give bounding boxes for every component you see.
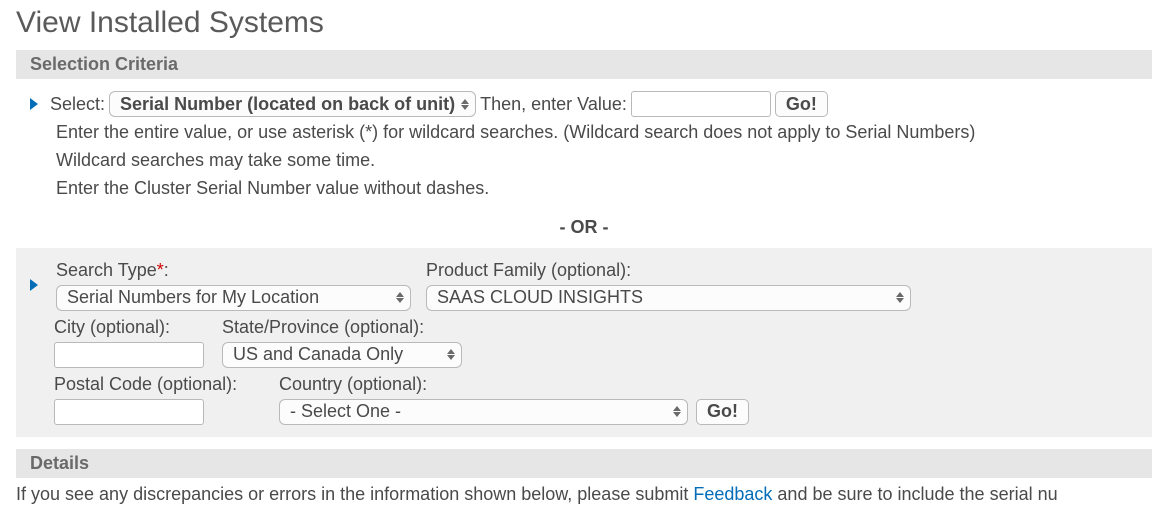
search-type-value: Serial Numbers for My Location <box>67 287 319 308</box>
select-row: Select: Serial Number (located on back o… <box>16 89 1152 119</box>
serial-select[interactable]: Serial Number (located on back of unit) <box>109 91 476 117</box>
select-label: Select: <box>50 94 105 115</box>
go-button-top[interactable]: Go! <box>775 91 828 117</box>
search-type-col: Search Type*: Serial Numbers for My Loca… <box>56 260 416 311</box>
product-family-col: Product Family (optional): SAAS CLOUD IN… <box>426 260 916 311</box>
or-divider: - OR - <box>16 217 1152 238</box>
updown-icon <box>447 349 455 360</box>
value-input[interactable] <box>631 91 771 117</box>
search-type-label: Search Type <box>56 260 157 280</box>
page-title: View Installed Systems <box>16 6 1136 40</box>
section-header-details: Details <box>16 449 1152 478</box>
then-label: Then, enter Value: <box>480 94 627 115</box>
country-select[interactable]: - Select One - <box>279 399 688 425</box>
details-pre: If you see any discrepancies or errors i… <box>16 484 693 504</box>
go-button-bottom[interactable]: Go! <box>696 399 749 425</box>
postal-label: Postal Code (optional): <box>54 374 269 395</box>
updown-icon <box>673 406 681 417</box>
help-line-2: Wildcard searches may take some time. <box>16 147 1152 175</box>
city-label: City (optional): <box>54 317 212 338</box>
updown-icon <box>461 99 469 110</box>
form-row-1: Search Type*: Serial Numbers for My Loca… <box>30 260 1132 311</box>
feedback-link[interactable]: Feedback <box>693 484 772 504</box>
state-col: State/Province (optional): US and Canada… <box>222 317 472 368</box>
help-line-1: Enter the entire value, or use asterisk … <box>16 119 1152 147</box>
search-type-select[interactable]: Serial Numbers for My Location <box>56 285 411 311</box>
city-col: City (optional): <box>54 317 212 368</box>
country-value: - Select One - <box>290 401 401 422</box>
serial-select-value: Serial Number (located on back of unit) <box>120 94 455 115</box>
product-family-value: SAAS CLOUD INSIGHTS <box>437 287 643 308</box>
country-label: Country (optional): <box>279 374 749 395</box>
postal-col: Postal Code (optional): <box>54 374 269 425</box>
updown-icon <box>896 292 904 303</box>
product-family-select[interactable]: SAAS CLOUD INSIGHTS <box>426 285 911 311</box>
country-col: Country (optional): - Select One - Go! <box>279 374 749 425</box>
section-header-criteria: Selection Criteria <box>16 50 1152 79</box>
state-label: State/Province (optional): <box>222 317 472 338</box>
state-value: US and Canada Only <box>233 344 403 365</box>
updown-icon <box>396 292 404 303</box>
state-select[interactable]: US and Canada Only <box>222 342 462 368</box>
search-type-label-wrap: Search Type*: <box>56 260 416 281</box>
form-row-2: City (optional): State/Province (optiona… <box>30 317 1132 368</box>
city-input[interactable] <box>54 342 204 368</box>
triangle-icon <box>30 98 38 110</box>
postal-input[interactable] <box>54 399 204 425</box>
details-post: and be sure to include the serial nu <box>772 484 1057 504</box>
triangle-icon <box>30 279 38 291</box>
help-line-3: Enter the Cluster Serial Number value wi… <box>16 175 1152 203</box>
product-family-label: Product Family (optional): <box>426 260 916 281</box>
search-form: Search Type*: Serial Numbers for My Loca… <box>16 248 1152 437</box>
required-asterisk: * <box>157 260 164 280</box>
form-row-3: Postal Code (optional): Country (optiona… <box>30 374 1132 425</box>
criteria-body: Select: Serial Number (located on back o… <box>16 79 1152 449</box>
